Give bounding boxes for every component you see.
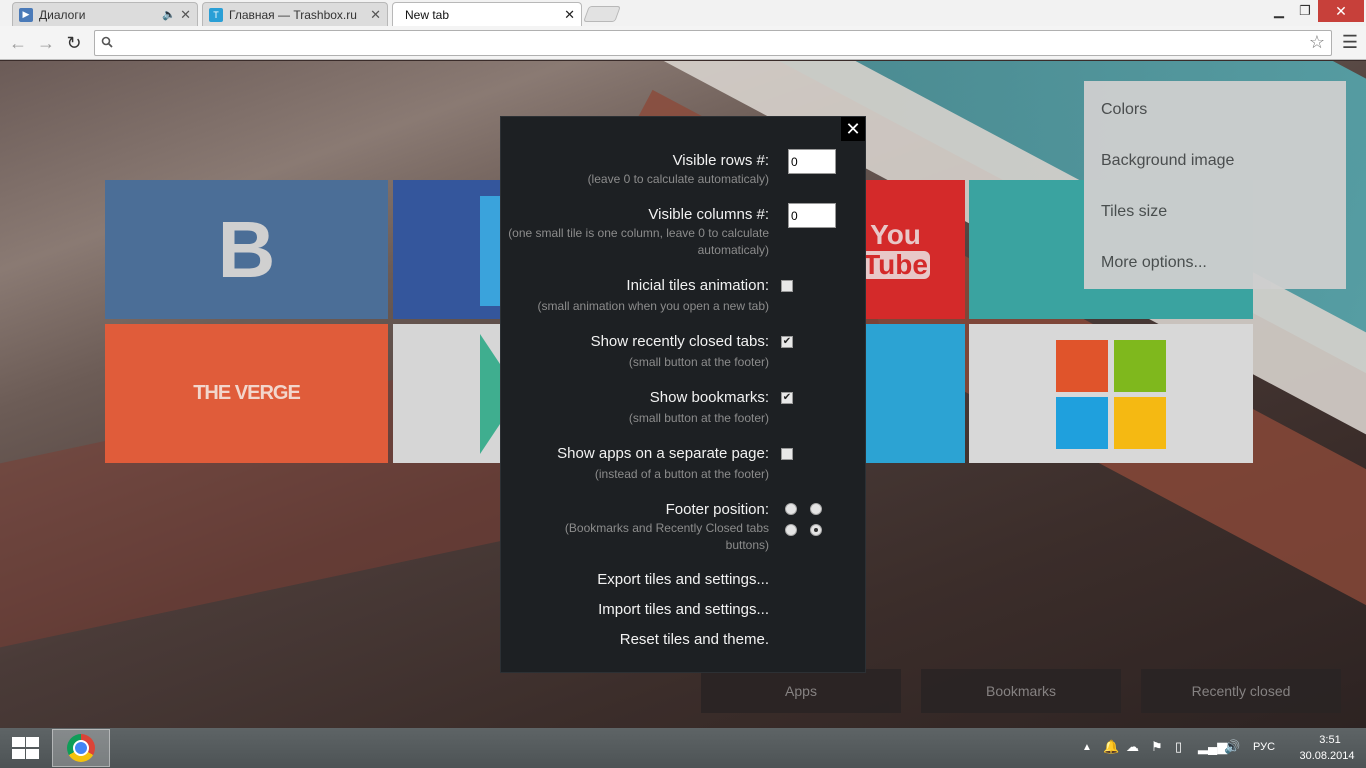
microsoft-logo: [1114, 397, 1166, 449]
recently-closed-checkbox[interactable]: ✔: [781, 336, 793, 348]
omnibox[interactable]: ☆: [94, 30, 1332, 56]
tab-title: Диалоги: [39, 7, 86, 22]
omnibox-input[interactable]: [121, 34, 1301, 52]
microsoft-logo: [1056, 340, 1108, 392]
clock-date[interactable]: 30.08.2014: [1292, 750, 1362, 762]
cloud-icon[interactable]: ☁: [1126, 739, 1139, 755]
menu-item-background-image[interactable]: Background image: [1084, 141, 1346, 192]
menu-icon[interactable]: ☰: [1340, 32, 1360, 52]
youtube-you: You: [870, 218, 921, 250]
tab-dialogs[interactable]: ▶ Диалоги 🔈 ✕: [12, 2, 198, 26]
visible-columns-label: Visible columns #:: [648, 206, 769, 223]
visible-rows-option: Visible rows #: (leave 0 to calculate au…: [501, 151, 769, 188]
bookmarks-hint: (small button at the footer): [628, 411, 769, 425]
tray-expand-icon[interactable]: ▲: [1082, 742, 1092, 753]
footer-position-top-right-radio[interactable]: [810, 503, 822, 515]
chrome-taskbar-button[interactable]: [52, 729, 110, 767]
footer-position-bottom-left-radio[interactable]: [785, 524, 797, 536]
microsoft-logo: [1056, 397, 1108, 449]
menu-item-tiles-size[interactable]: Tiles size: [1084, 192, 1346, 243]
signal-icon[interactable]: ▂▄▆: [1198, 739, 1227, 755]
windows-start-icon[interactable]: [10, 737, 40, 759]
bookmarks-option: Show bookmarks: (small button at the foo…: [501, 388, 769, 427]
apps-page-option: Show apps on a separate page: (instead o…: [501, 444, 769, 483]
animation-option: Inicial tiles animation: (small animatio…: [501, 276, 769, 315]
visible-rows-input[interactable]: [788, 149, 836, 174]
animation-checkbox[interactable]: [781, 280, 793, 292]
side-menu: Colors Background image Tiles size More …: [1084, 81, 1346, 289]
battery-icon[interactable]: ▯: [1175, 739, 1182, 755]
apps-page-label: Show apps on a separate page:: [557, 445, 769, 462]
recently-closed-button[interactable]: Recently closed: [1141, 669, 1341, 713]
recently-closed-option: Show recently closed tabs: (small button…: [501, 332, 769, 371]
footer-position-option: Footer position: (Bookmarks and Recently…: [501, 500, 769, 554]
visible-rows-label: Visible rows #:: [672, 152, 769, 169]
new-tab-page: B You Tube THE VERGE Colors Background i…: [0, 61, 1366, 728]
tab-trashbox[interactable]: T Главная — Trashbox.ru ✕: [202, 2, 388, 26]
recently-closed-label: Show recently closed tabs:: [590, 333, 769, 350]
footer-position-label: Footer position:: [665, 501, 769, 518]
visible-columns-option: Visible columns #: (one small tile is on…: [501, 205, 769, 259]
visible-columns-hint: (one small tile is one column, leave 0 t…: [508, 226, 769, 257]
bookmarks-checkbox[interactable]: ✔: [781, 392, 793, 404]
animation-hint: (small animation when you open a new tab…: [537, 299, 769, 313]
microsoft-logo: [1114, 340, 1166, 392]
import-link[interactable]: Import tiles and settings...: [501, 601, 769, 618]
settings-dialog: ✕ Visible rows #: (leave 0 to calculate …: [500, 116, 866, 673]
visible-rows-hint: (leave 0 to calculate automaticaly): [587, 172, 769, 186]
new-tab-button[interactable]: [583, 6, 621, 22]
tile-microsoft[interactable]: [969, 324, 1253, 463]
bookmarks-label: Show bookmarks:: [649, 389, 769, 406]
bookmark-star-icon[interactable]: ☆: [1309, 32, 1325, 53]
language-indicator[interactable]: РУС: [1253, 741, 1275, 753]
visible-columns-input[interactable]: [788, 203, 836, 228]
back-arrow-icon[interactable]: ←: [6, 31, 30, 55]
recently-closed-hint: (small button at the footer): [628, 355, 769, 369]
close-tab-icon[interactable]: ✕: [564, 7, 575, 23]
footer-position-hint: (Bookmarks and Recently Closed tabs butt…: [564, 521, 769, 552]
taskbar: ▲ 🔔 ☁ ⚑ ▯ ▂▄▆ 🔊 РУС 3:51 30.08.2014: [0, 728, 1366, 768]
search-icon: [101, 35, 113, 51]
trashbox-icon: T: [209, 7, 223, 22]
close-icon[interactable]: ✕: [841, 117, 865, 141]
chrome-icon: [67, 734, 95, 762]
clock-time[interactable]: 3:51: [1300, 734, 1360, 746]
restore-button[interactable]: ❐: [1292, 0, 1318, 22]
close-tab-icon[interactable]: ✕: [370, 7, 381, 23]
apps-page-hint: (instead of a button at the footer): [594, 467, 769, 481]
minimize-button[interactable]: ▁: [1266, 0, 1292, 22]
footer-position-top-left-radio[interactable]: [785, 503, 797, 515]
verge-logo: THE VERGE: [193, 382, 301, 404]
volume-icon[interactable]: 🔊: [1224, 739, 1240, 755]
speaker-icon[interactable]: 🔈: [162, 8, 176, 21]
tab-title: New tab: [405, 7, 450, 22]
tile-vk[interactable]: B: [105, 180, 388, 319]
window-close-button[interactable]: ✕: [1318, 0, 1364, 22]
play-icon: ▶: [19, 7, 33, 22]
menu-item-colors[interactable]: Colors: [1084, 90, 1346, 141]
youtube-tube: Tube: [861, 248, 930, 280]
notification-bell-icon[interactable]: 🔔: [1103, 739, 1119, 755]
forward-arrow-icon[interactable]: →: [34, 31, 58, 55]
apps-page-checkbox[interactable]: [781, 448, 793, 460]
bookmarks-button[interactable]: Bookmarks: [921, 669, 1121, 713]
apps-button[interactable]: Apps: [701, 669, 901, 713]
tab-new-tab[interactable]: New tab ✕: [392, 2, 582, 26]
browser-toolbar: ← → ↻ ☆ ☰: [0, 26, 1366, 60]
tile-the-verge[interactable]: THE VERGE: [105, 324, 388, 463]
menu-item-more-options[interactable]: More options...: [1084, 243, 1346, 294]
animation-label: Inicial tiles animation:: [626, 277, 769, 294]
reload-icon[interactable]: ↻: [62, 31, 86, 55]
tab-title: Главная — Trashbox.ru: [229, 7, 357, 22]
export-link[interactable]: Export tiles and settings...: [501, 571, 769, 588]
vk-logo: B: [217, 204, 276, 294]
tab-strip: ▶ Диалоги 🔈 ✕ T Главная — Trashbox.ru ✕ …: [0, 0, 1366, 26]
youtube-logo: You Tube: [861, 218, 930, 280]
close-tab-icon[interactable]: ✕: [180, 7, 191, 23]
flag-icon[interactable]: ⚑: [1151, 739, 1163, 755]
reset-link[interactable]: Reset tiles and theme.: [501, 631, 769, 648]
footer-position-bottom-right-radio[interactable]: [810, 524, 822, 536]
